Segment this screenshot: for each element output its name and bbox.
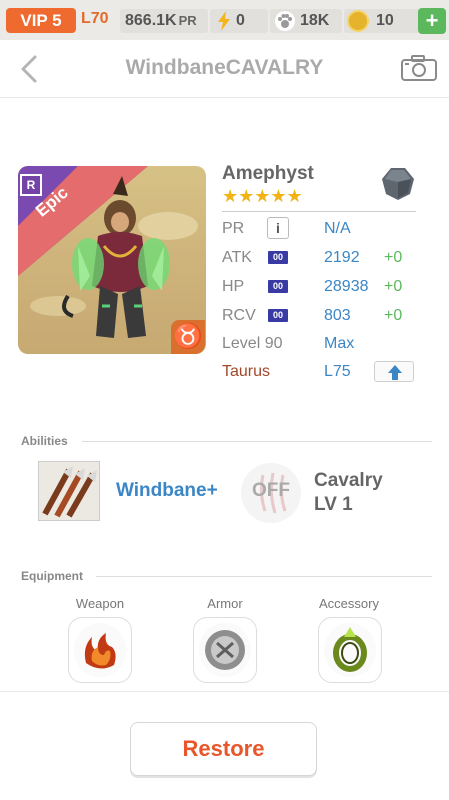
windbane-ability-icon[interactable] <box>38 461 100 521</box>
stat-value: N/A <box>324 220 351 237</box>
paw-icon <box>275 11 295 31</box>
pet-food-counter[interactable]: 18K <box>270 9 342 33</box>
stamina-counter[interactable]: 0 <box>210 9 268 33</box>
page-header: WindbaneCAVALRY <box>0 40 449 98</box>
stat-row-rcv: RCV 00 803 +0 <box>222 304 422 328</box>
ability-toggle-status[interactable]: OFF <box>241 480 301 502</box>
stat-label: Taurus <box>222 363 271 380</box>
stat-chip: 00 <box>268 251 288 264</box>
stat-value: 803 <box>324 307 351 324</box>
abilities-divider <box>82 441 432 442</box>
accessory-slot[interactable] <box>318 617 382 683</box>
power-rating-value: 866.1K <box>125 12 177 29</box>
stat-row-pr: PR i N/A <box>222 217 422 241</box>
star-rating: ★★★★★ <box>222 186 303 206</box>
vip-badge[interactable]: VIP 5 <box>6 8 76 33</box>
equipment-section-title: Equipment <box>21 569 83 583</box>
stat-value: 28938 <box>324 278 369 295</box>
equipment-divider <box>96 576 432 577</box>
zodiac-upgrade-button[interactable] <box>374 361 414 382</box>
weapon-label: Weapon <box>75 596 125 611</box>
stat-value: 2192 <box>324 249 360 266</box>
stamina-value: 0 <box>236 12 245 29</box>
player-level: L70 <box>81 10 109 27</box>
pet-food-value: 18K <box>300 12 330 29</box>
stat-label: Level 90 <box>222 335 283 352</box>
stat-value: Max <box>324 335 355 352</box>
armor-label: Armor <box>207 596 243 611</box>
stat-chip: 00 <box>268 309 288 322</box>
stats-divider <box>222 211 416 212</box>
stat-bonus: +0 <box>384 278 403 295</box>
armor-slot[interactable] <box>193 617 257 683</box>
stat-label: HP <box>222 278 245 295</box>
page-title: WindbaneCAVALRY <box>125 56 324 79</box>
rarity-tag-icon: R <box>20 174 42 196</box>
lightning-icon <box>218 11 230 31</box>
fire-claw-icon <box>74 623 126 677</box>
power-rating-unit: PR <box>178 13 197 28</box>
abilities-section-title: Abilities <box>21 434 68 448</box>
green-ring-icon <box>324 623 376 677</box>
add-currency-button[interactable]: + <box>418 8 446 34</box>
silver-shield-icon <box>199 623 251 677</box>
info-icon[interactable]: i <box>267 217 289 239</box>
stat-row-hp: HP 00 28938 +0 <box>222 275 422 299</box>
stat-bonus: +0 <box>384 307 403 324</box>
stat-label: RCV <box>222 307 256 324</box>
stat-row-level: Level 90 Max <box>222 332 422 356</box>
status-bar: VIP 5 L70 866.1K PR 0 18K 10 + <box>0 0 449 40</box>
arrow-up-icon <box>388 365 402 380</box>
ability-name[interactable]: Windbane+ <box>116 480 218 502</box>
class-name: Cavalry <box>314 470 383 491</box>
hero-name: Amephyst <box>222 163 314 184</box>
stat-row-atk: ATK 00 2192 +0 <box>222 246 422 270</box>
class-level: LV 1 <box>314 494 353 515</box>
accessory-label: Accessory <box>319 596 379 611</box>
stat-bonus: +0 <box>384 249 403 266</box>
power-rating-counter: 866.1K PR <box>120 9 208 33</box>
stat-label: ATK <box>222 249 252 266</box>
taurus-zodiac-icon: ♉ <box>171 320 205 354</box>
stat-value: L75 <box>324 363 351 380</box>
coin-value: 10 <box>376 12 394 29</box>
element-gem-icon[interactable] <box>380 166 416 202</box>
weapon-slot[interactable] <box>68 617 132 683</box>
stat-label: PR <box>222 220 245 237</box>
restore-button[interactable]: Restore <box>130 722 317 776</box>
stat-chip: 00 <box>268 280 288 293</box>
coin-icon <box>347 10 369 32</box>
camera-icon[interactable] <box>400 54 438 82</box>
